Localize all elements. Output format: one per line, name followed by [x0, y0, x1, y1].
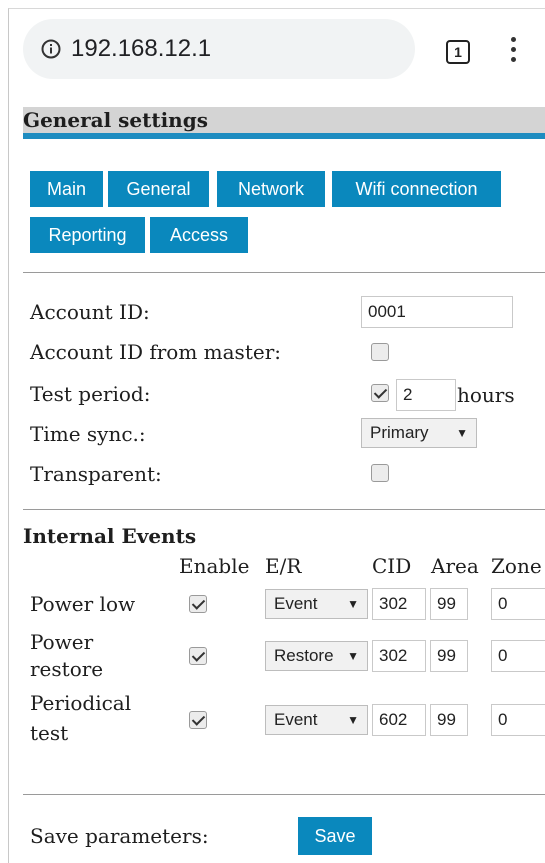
power-restore-zone-input[interactable]: 0	[491, 640, 545, 672]
transparent-checkbox[interactable]	[371, 464, 389, 482]
power-restore-area-input[interactable]: 99	[430, 640, 468, 672]
tab-general[interactable]: General	[108, 171, 209, 207]
event-label-periodical-test-line1: Periodical	[30, 691, 132, 715]
power-low-er-select[interactable]: Event ▼	[265, 589, 368, 619]
column-header-area: Area	[431, 554, 479, 578]
column-header-er: E/R	[265, 554, 302, 578]
periodical-test-cid-input[interactable]: 602	[372, 704, 426, 736]
test-period-unit: hours	[457, 383, 515, 407]
event-label-power-restore-line2: restore	[30, 657, 104, 681]
event-label-power-restore-line1: Power	[30, 630, 94, 654]
power-low-area-input[interactable]: 99	[430, 588, 468, 620]
tab-reporting[interactable]: Reporting	[30, 217, 145, 253]
dropdown-arrow-icon: ▼	[347, 649, 359, 663]
browser-viewport: 192.168.12.1 1 General settings Main Gen…	[8, 8, 545, 863]
section-underline	[23, 133, 545, 139]
account-id-label: Account ID:	[30, 300, 150, 324]
url-text[interactable]: 192.168.12.1	[71, 35, 211, 63]
info-icon[interactable]	[41, 39, 61, 59]
power-restore-cid-input[interactable]: 302	[372, 640, 426, 672]
column-header-enable: Enable	[179, 554, 250, 578]
event-label-power-low: Power low	[30, 592, 136, 616]
power-low-zone-input[interactable]: 0	[491, 588, 545, 620]
internal-events-title: Internal Events	[23, 524, 197, 548]
periodical-test-er-value: Event	[274, 710, 318, 729]
power-restore-er-select[interactable]: Restore ▼	[265, 641, 368, 671]
periodical-test-enable-checkbox[interactable]	[189, 711, 207, 729]
time-sync-label: Time sync.:	[30, 422, 146, 446]
dropdown-arrow-icon: ▼	[456, 426, 468, 440]
power-restore-er-value: Restore	[274, 646, 334, 665]
dropdown-arrow-icon: ▼	[347, 713, 359, 727]
page-title: General settings	[23, 108, 208, 132]
dropdown-arrow-icon: ▼	[347, 597, 359, 611]
account-id-master-label: Account ID from master:	[30, 340, 281, 364]
tab-wifi-connection[interactable]: Wifi connection	[332, 171, 501, 207]
periodical-test-er-select[interactable]: Event ▼	[265, 705, 368, 735]
save-parameters-label: Save parameters:	[30, 824, 209, 848]
periodical-test-zone-input[interactable]: 0	[491, 704, 545, 736]
power-low-er-value: Event	[274, 594, 318, 613]
power-low-cid-input[interactable]: 302	[372, 588, 426, 620]
event-label-periodical-test-line2: test	[30, 721, 69, 745]
address-bar[interactable]: 192.168.12.1	[23, 19, 415, 79]
time-sync-value: Primary	[370, 423, 429, 442]
tab-network[interactable]: Network	[217, 171, 325, 207]
column-header-cid: CID	[372, 554, 412, 578]
divider	[23, 794, 545, 795]
power-low-enable-checkbox[interactable]	[189, 595, 207, 613]
account-id-input[interactable]: 0001	[361, 296, 513, 328]
power-restore-enable-checkbox[interactable]	[189, 647, 207, 665]
tab-main[interactable]: Main	[30, 171, 103, 207]
divider	[23, 509, 545, 510]
tab-access[interactable]: Access	[150, 217, 248, 253]
kebab-menu-icon[interactable]	[509, 37, 517, 67]
test-period-input[interactable]: 2	[396, 379, 456, 411]
periodical-test-area-input[interactable]: 99	[430, 704, 468, 736]
browser-toolbar: 192.168.12.1 1	[9, 9, 545, 97]
save-button[interactable]: Save	[298, 817, 372, 855]
transparent-label: Transparent:	[30, 462, 162, 486]
section-header: General settings	[23, 107, 545, 133]
column-header-zone: Zone	[491, 554, 542, 578]
tab-switcher-button[interactable]: 1	[446, 40, 470, 64]
test-period-label: Test period:	[30, 382, 151, 406]
divider	[23, 272, 545, 273]
test-period-checkbox[interactable]	[371, 384, 389, 402]
account-id-master-checkbox[interactable]	[371, 343, 389, 361]
time-sync-select[interactable]: Primary ▼	[361, 418, 477, 448]
